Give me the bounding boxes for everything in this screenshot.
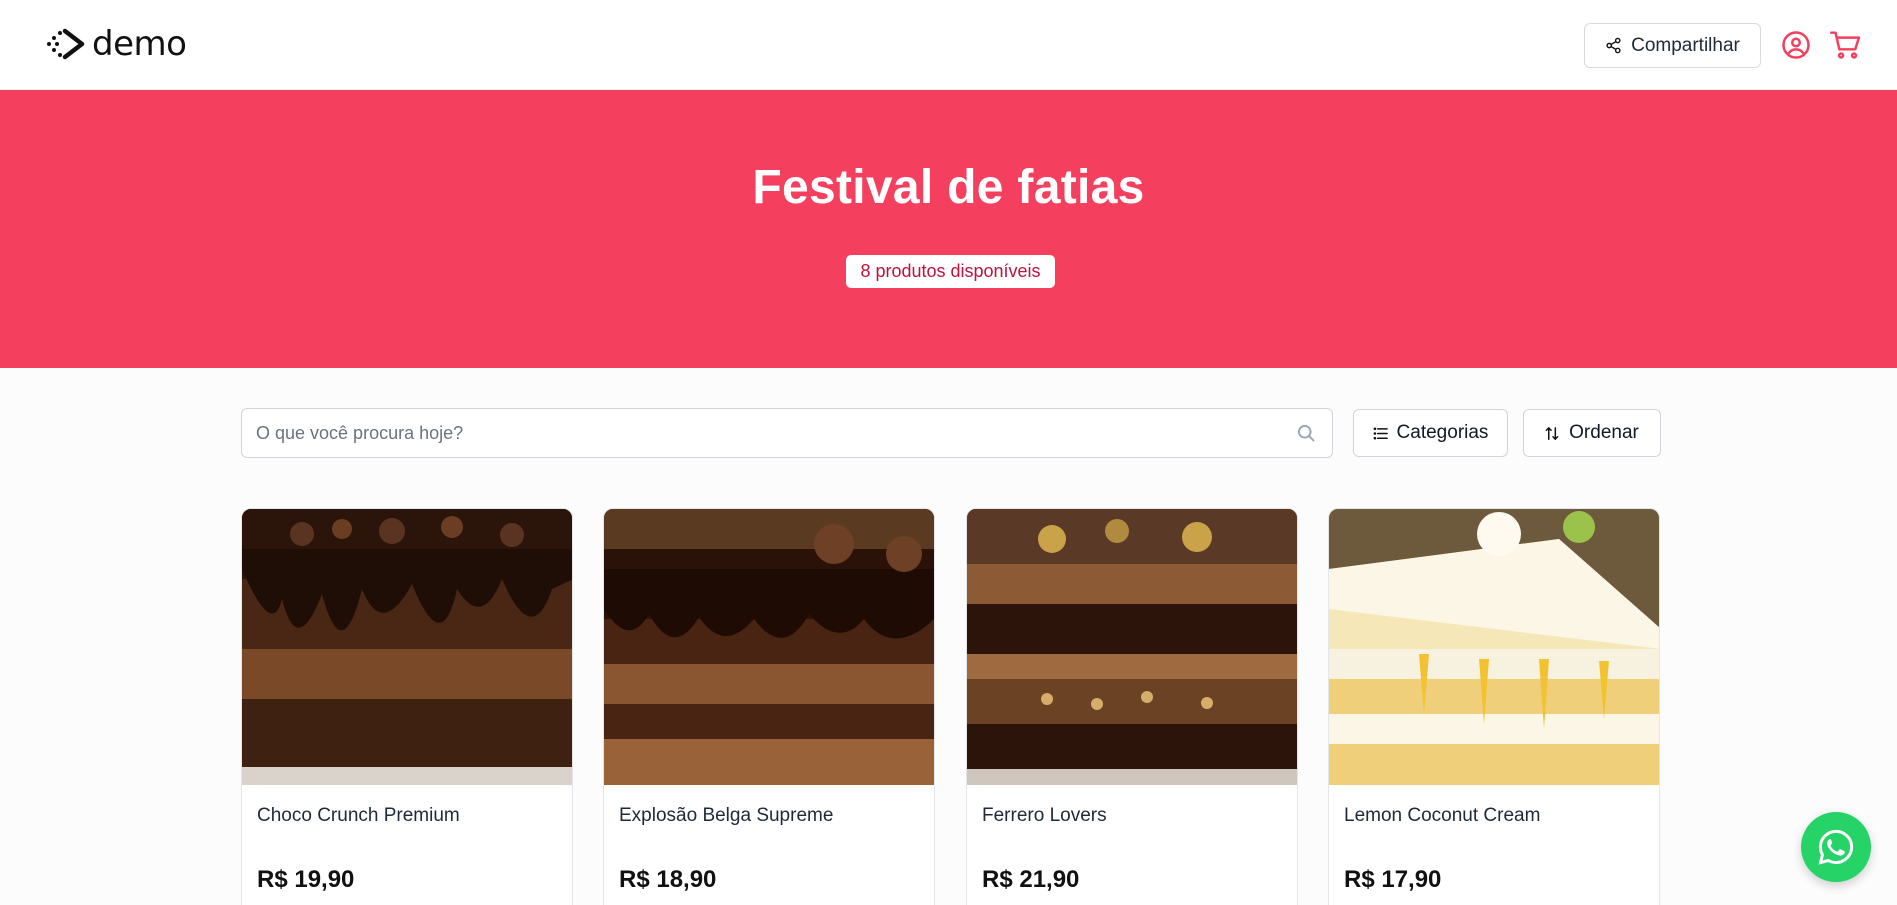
share-button-label: Compartilhar: [1631, 34, 1740, 56]
sort-button[interactable]: Ordenar: [1523, 409, 1661, 457]
product-image: [604, 509, 934, 785]
product-image: [1329, 509, 1659, 785]
logo-text: demo: [92, 24, 187, 64]
categories-button[interactable]: Categorias: [1353, 409, 1508, 457]
hero-banner: Festival de fatias 8 produtos disponívei…: [0, 90, 1897, 368]
share-icon: [1606, 37, 1621, 54]
product-price: R$ 17,90: [1344, 866, 1442, 893]
top-bar: demo Compartilhar: [0, 0, 1897, 90]
share-button[interactable]: Compartilhar: [1584, 23, 1761, 68]
product-name: Choco Crunch Premium: [257, 805, 460, 826]
list-icon: [1373, 427, 1388, 439]
products-count-badge: 8 produtos disponíveis: [846, 255, 1055, 288]
product-price: R$ 18,90: [619, 866, 717, 893]
product-card[interactable]: Choco Crunch Premium R$ 19,90: [241, 508, 573, 905]
sort-icon: [1545, 426, 1559, 440]
search-icon[interactable]: [1296, 423, 1316, 443]
product-image: [242, 509, 572, 785]
logo-icon: [47, 28, 85, 60]
product-price: R$ 19,90: [257, 866, 355, 893]
whatsapp-icon: [1818, 829, 1854, 865]
product-card[interactable]: Ferrero Lovers R$ 21,90: [966, 508, 1298, 905]
cart-icon[interactable]: [1830, 30, 1862, 60]
categories-button-label: Categorias: [1396, 422, 1489, 443]
product-image: [967, 509, 1297, 785]
product-card[interactable]: Lemon Coconut Cream R$ 17,90: [1328, 508, 1660, 905]
search-box: [241, 408, 1333, 458]
logo[interactable]: demo: [46, 24, 187, 64]
product-name: Ferrero Lovers: [982, 805, 1107, 826]
search-input[interactable]: [256, 409, 1276, 457]
product-price: R$ 21,90: [982, 866, 1080, 893]
page-title: Festival de fatias: [752, 161, 1145, 214]
product-name: Lemon Coconut Cream: [1344, 805, 1541, 826]
sort-button-label: Ordenar: [1569, 422, 1639, 443]
user-circle-icon[interactable]: [1781, 30, 1811, 60]
product-card[interactable]: Explosão Belga Supreme R$ 18,90: [603, 508, 935, 905]
product-name: Explosão Belga Supreme: [619, 805, 834, 826]
whatsapp-button[interactable]: [1801, 812, 1871, 882]
